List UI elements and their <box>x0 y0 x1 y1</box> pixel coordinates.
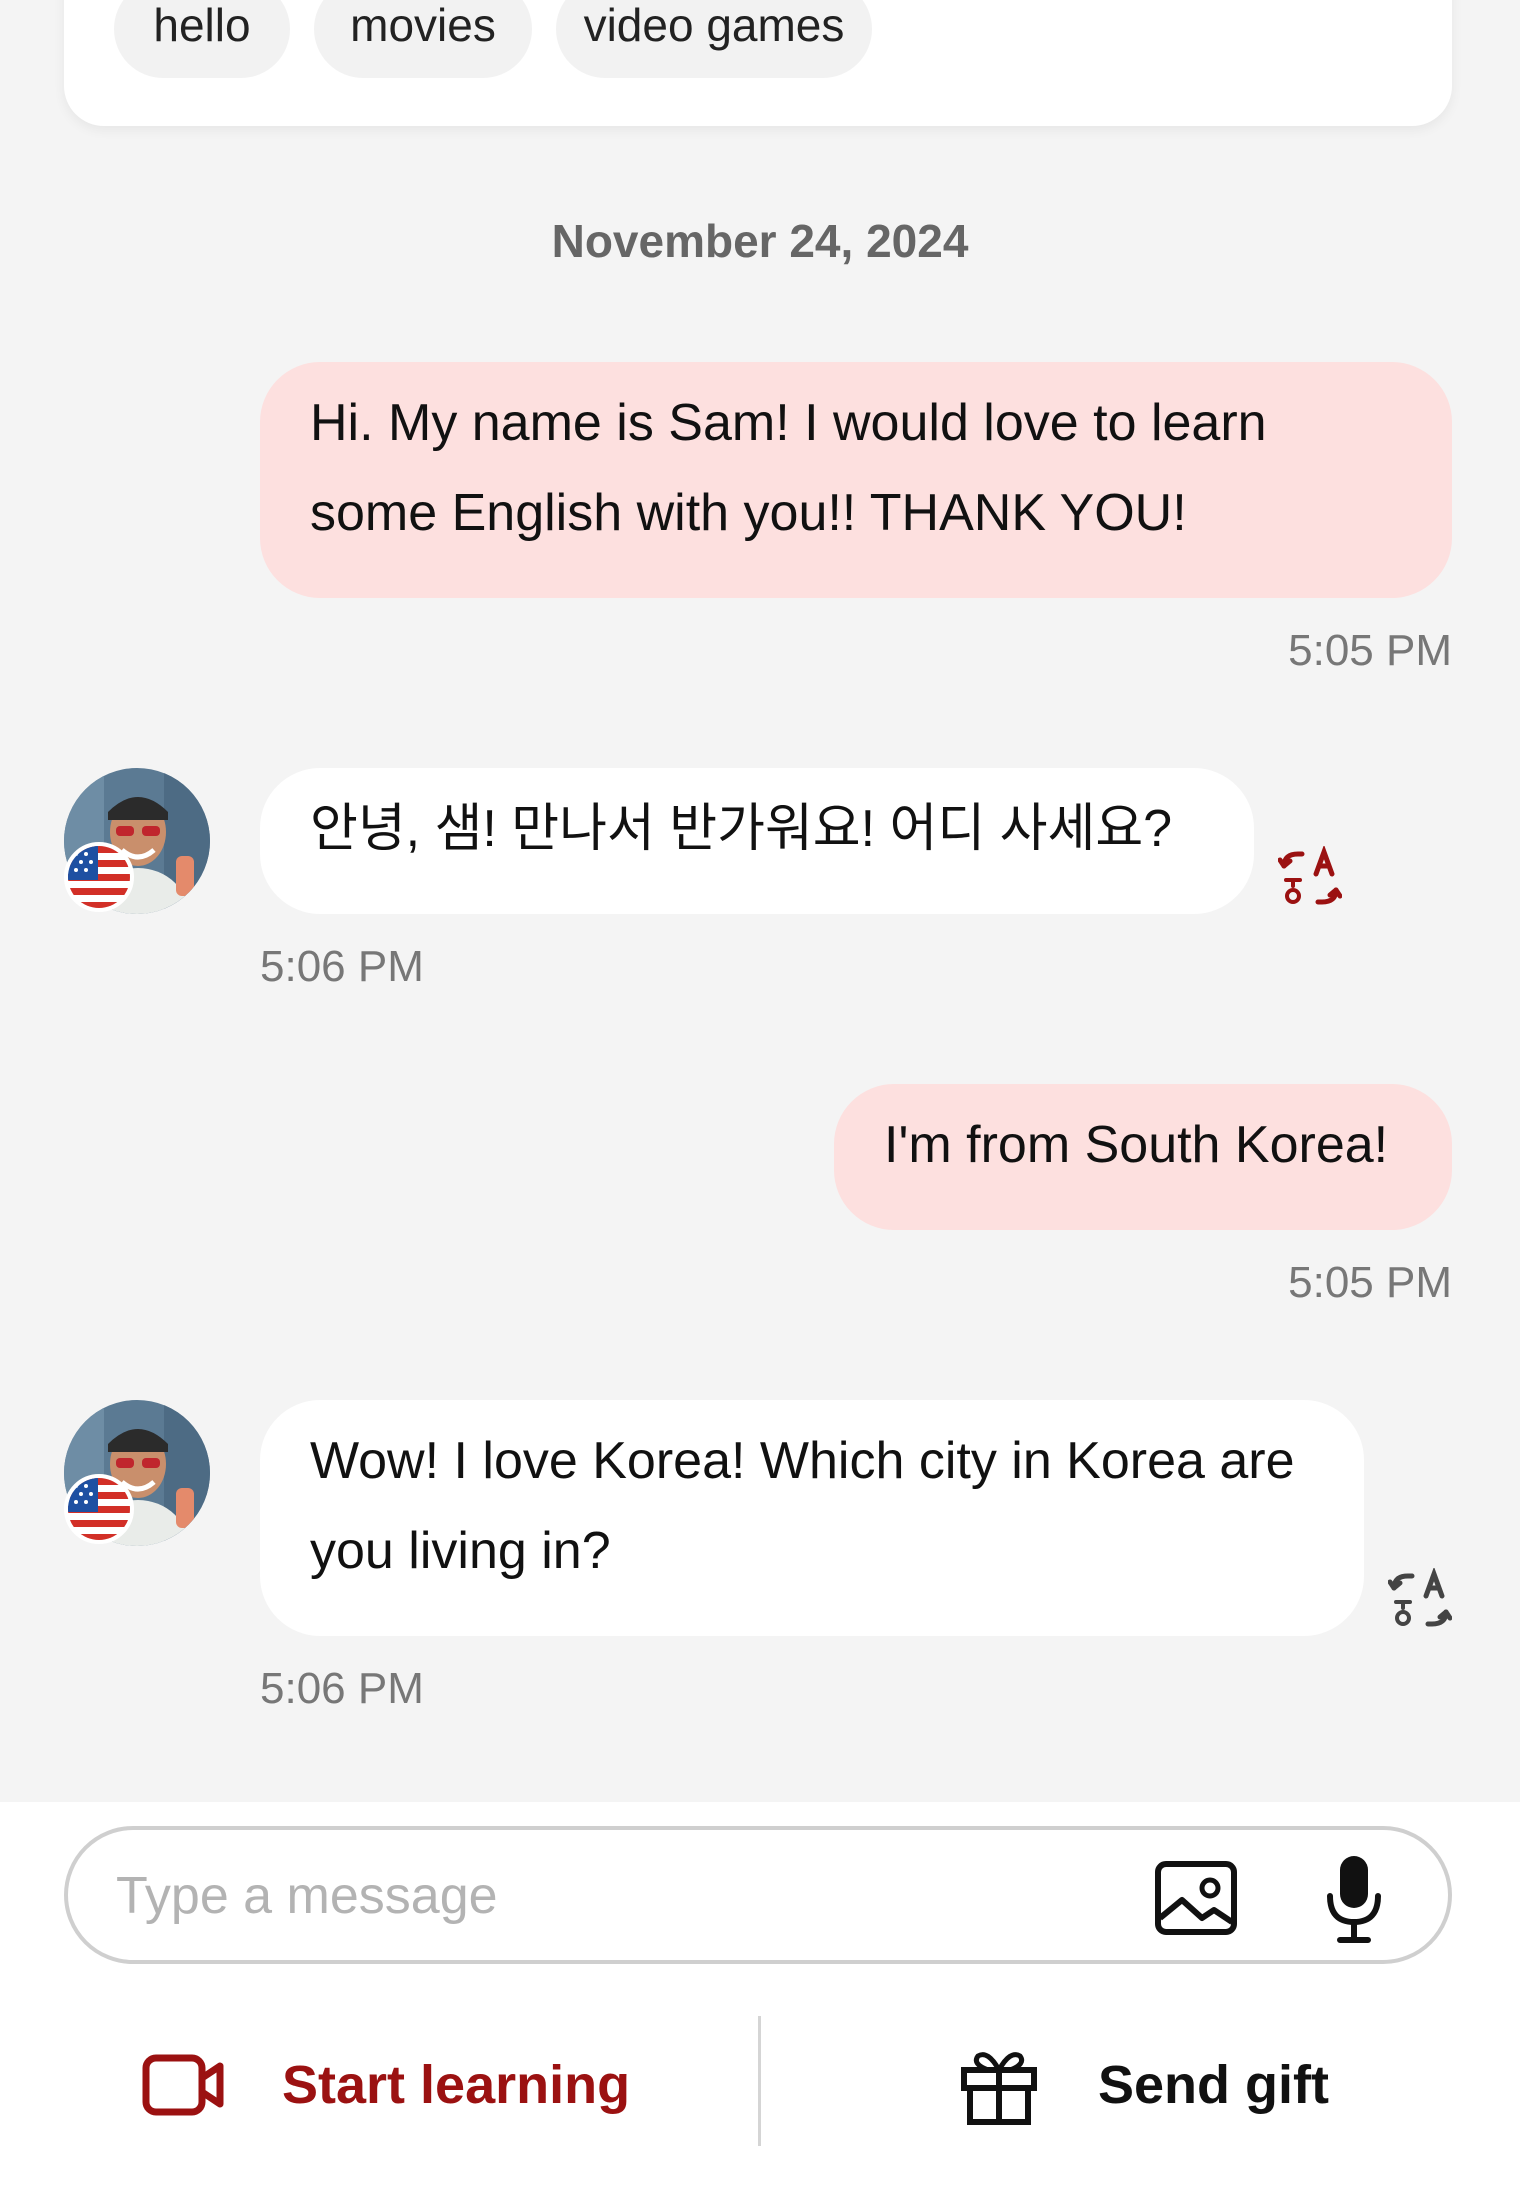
topic-chip-label: video games <box>583 0 845 51</box>
start-learning-label: Start learning <box>282 2055 631 2115</box>
message-text-line: Wow! I love Korea! Which city in Korea a… <box>310 1432 1295 1490</box>
date-divider: November 24, 2024 <box>551 215 969 267</box>
video-camera-icon <box>142 2054 224 2116</box>
topic-chip-hello[interactable]: hello <box>114 0 290 78</box>
message-timestamp: 5:05 PM <box>1288 626 1452 675</box>
message-text-line: you living in? <box>310 1522 611 1580</box>
incoming-message-bubble[interactable]: 안녕, 샘! 만나서 반가워요! 어디 사세요? <box>260 768 1254 914</box>
translate-icon[interactable] <box>1278 846 1342 910</box>
message-timestamp: 5:06 PM <box>260 1664 424 1713</box>
microphone-icon[interactable] <box>1324 1852 1384 1944</box>
send-gift-label: Send gift <box>1098 2055 1329 2115</box>
message-timestamp: 5:06 PM <box>260 942 424 991</box>
incoming-message-bubble[interactable]: Wow! I love Korea! Which city in Korea a… <box>260 1400 1364 1636</box>
translate-icon[interactable] <box>1388 1568 1452 1632</box>
chat-screen: hello movies video games November 24, 20… <box>0 0 1520 2204</box>
image-icon[interactable] <box>1154 1860 1238 1936</box>
message-text-line: Hi. My name is Sam! I would love to lear… <box>310 394 1267 452</box>
topic-card: hello movies video games <box>64 0 1452 126</box>
topic-chip-label: movies <box>350 0 496 51</box>
topic-chip-video-games[interactable]: video games <box>556 0 872 78</box>
message-input-placeholder: Type a message <box>116 1867 498 1925</box>
message-timestamp: 5:05 PM <box>1288 1258 1452 1307</box>
chat-messages-area[interactable]: hello movies video games November 24, 20… <box>0 0 1520 1802</box>
us-flag-icon <box>64 842 134 912</box>
message-text: 안녕, 샘! 만나서 반가워요! 어디 사세요? <box>310 800 1173 858</box>
outgoing-message-bubble[interactable]: I'm from South Korea! <box>834 1084 1452 1230</box>
topic-chip-movies[interactable]: movies <box>314 0 532 78</box>
start-learning-button[interactable]: Start learning <box>142 2030 630 2140</box>
action-divider <box>758 2016 761 2146</box>
send-gift-button[interactable]: Send gift <box>958 2030 1329 2140</box>
message-text: I'm from South Korea! <box>884 1116 1389 1174</box>
topic-chip-label: hello <box>153 0 251 51</box>
outgoing-message-bubble[interactable]: Hi. My name is Sam! I would love to lear… <box>260 362 1452 598</box>
message-input[interactable]: Type a message <box>64 1826 1452 1964</box>
gift-icon <box>961 2052 1037 2125</box>
message-text-line: some English with you!! THANK YOU! <box>310 484 1187 542</box>
us-flag-icon <box>64 1474 134 1544</box>
